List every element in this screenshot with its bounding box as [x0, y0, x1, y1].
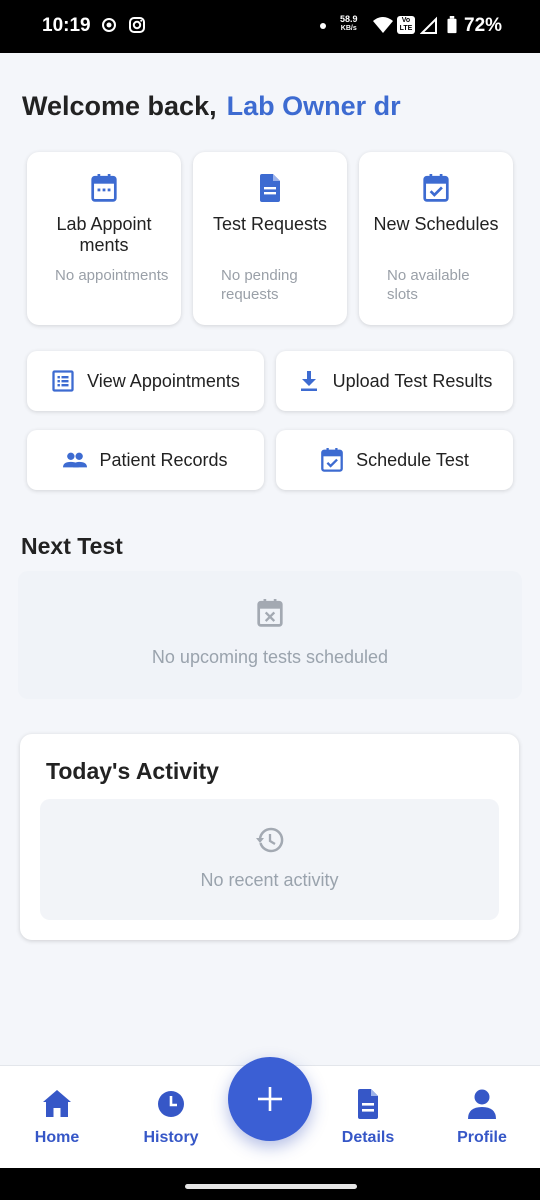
- button-label: Schedule Test: [356, 449, 469, 470]
- next-test-panel: No upcoming tests scheduled: [18, 571, 522, 699]
- new-schedules-card[interactable]: New Schedules No available slots: [359, 152, 513, 325]
- volte-badge: Vo LTE: [397, 16, 415, 34]
- record-icon: [102, 18, 116, 32]
- dot-icon: [320, 23, 326, 29]
- nav-label: Home: [34, 1129, 80, 1146]
- test-requests-card[interactable]: Test Requests No pending requests: [193, 152, 347, 325]
- nav-label: Profile: [457, 1129, 507, 1146]
- nav-label: Details: [341, 1129, 395, 1146]
- welcome-prefix: Welcome back,: [22, 91, 217, 121]
- stat-card-title: Lab Appoint ments: [56, 214, 152, 255]
- people-icon: [63, 452, 88, 468]
- welcome-heading: Welcome back, Lab Owner dr: [22, 91, 401, 122]
- activity-empty-message: No recent activity: [200, 870, 339, 890]
- patient-records-button[interactable]: Patient Records: [27, 430, 264, 490]
- stat-card-subtitle: No appointments: [55, 267, 169, 284]
- home-gesture-handle[interactable]: [185, 1184, 357, 1189]
- button-label: View Appointments: [87, 370, 240, 391]
- list-icon: [52, 370, 74, 392]
- user-name: Lab Owner dr: [226, 91, 401, 121]
- stat-card-title: New Schedules: [373, 214, 499, 234]
- download-icon: [300, 371, 317, 391]
- todays-activity-card: Today's Activity No recent activity: [20, 734, 519, 940]
- lab-appointments-card[interactable]: Lab Appoint ments No appointments: [27, 152, 181, 325]
- next-test-empty-message: No upcoming tests scheduled: [151, 647, 389, 667]
- calendar-check-icon: [321, 448, 343, 472]
- button-label: Upload Test Results: [332, 370, 493, 391]
- home-icon: [43, 1090, 71, 1117]
- document-icon: [260, 174, 280, 202]
- person-icon: [468, 1089, 496, 1119]
- add-fab-button[interactable]: [228, 1057, 312, 1141]
- signal-icon: [420, 16, 437, 34]
- activity-panel: No recent activity: [40, 799, 499, 920]
- calendar-x-icon: [257, 599, 283, 627]
- net-speed: 58.9 KB/s: [340, 14, 358, 32]
- activity-title: Today's Activity: [46, 758, 219, 784]
- instagram-icon: [129, 17, 145, 33]
- nav-home[interactable]: Home: [12, 1088, 102, 1147]
- document-icon: [358, 1089, 378, 1119]
- view-appointments-button[interactable]: View Appointments: [27, 351, 264, 411]
- next-test-title: Next Test: [21, 533, 123, 559]
- history-icon: [256, 827, 284, 853]
- calendar-icon: [91, 174, 117, 202]
- stat-card-subtitle: No pending requests: [221, 267, 298, 303]
- home-content: Welcome back, Lab Owner dr Lab Appoint me…: [0, 53, 540, 1065]
- button-label: Patient Records: [99, 449, 228, 470]
- stat-card-subtitle: No available slots: [387, 267, 470, 303]
- status-time: 10:19: [42, 15, 91, 36]
- battery-icon: [447, 16, 457, 34]
- stat-card-title: Test Requests: [212, 214, 328, 234]
- calendar-check-icon: [423, 174, 449, 202]
- nav-history[interactable]: History: [126, 1088, 216, 1147]
- gesture-bar: [0, 1168, 540, 1200]
- schedule-test-button[interactable]: Schedule Test: [276, 430, 513, 490]
- plus-icon: [258, 1087, 282, 1111]
- clock-icon: [158, 1091, 184, 1117]
- battery-percentage: 72%: [464, 15, 503, 36]
- wifi-icon: [373, 17, 393, 33]
- nav-details[interactable]: Details: [323, 1088, 413, 1147]
- nav-label: History: [143, 1129, 199, 1146]
- nav-profile[interactable]: Profile: [437, 1088, 527, 1147]
- status-bar: 10:19 58.9 KB/s Vo LTE 72%: [0, 0, 540, 53]
- upload-test-results-button[interactable]: Upload Test Results: [276, 351, 513, 411]
